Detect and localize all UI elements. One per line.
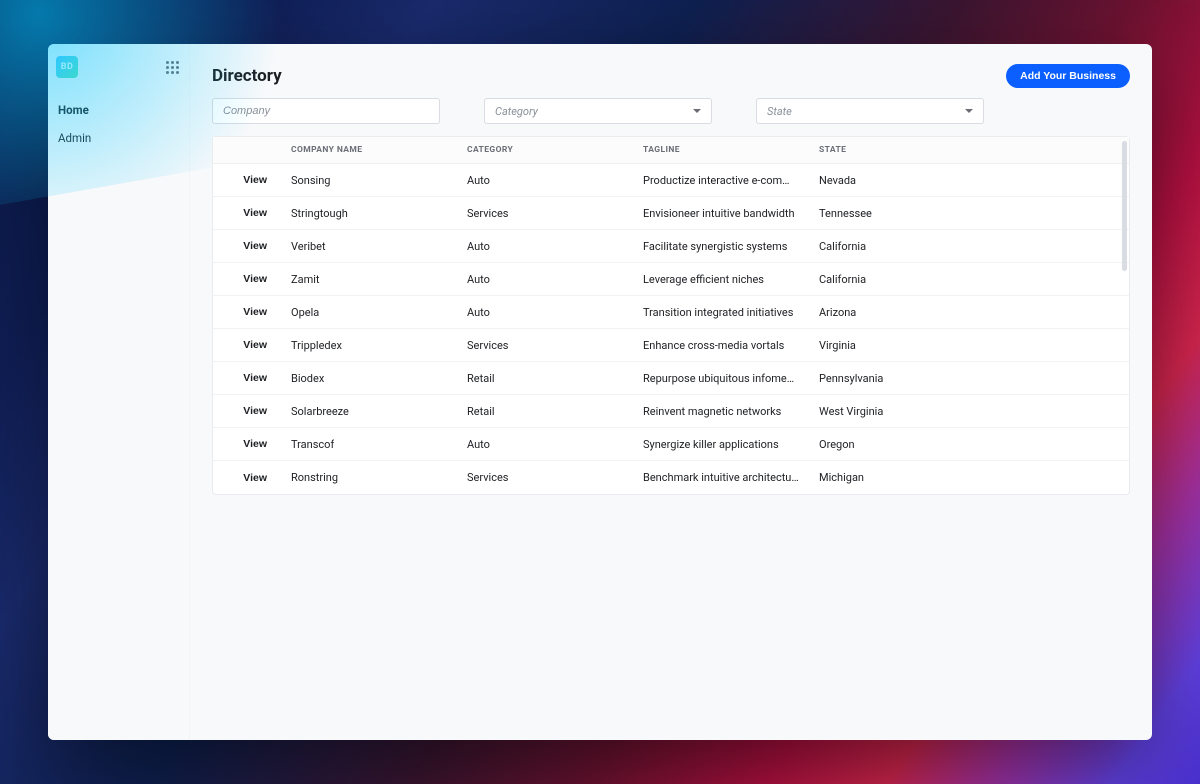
app-logo[interactable]: BD <box>56 56 78 78</box>
table-header-row: COMPANY NAME CATEGORY TAGLINE STATE <box>213 137 1129 164</box>
cell-company: Veribet <box>281 230 457 262</box>
view-button[interactable]: View <box>239 240 271 252</box>
cell-company: Zamit <box>281 263 457 295</box>
company-filter-input[interactable] <box>212 98 440 124</box>
cell-tagline: Repurpose ubiquitous infomedi… <box>633 362 809 394</box>
cell-category: Auto <box>457 263 633 295</box>
page-header: Directory Add Your Business <box>212 64 1130 88</box>
app-logo-text: BD <box>61 62 74 72</box>
cell-tagline: Enhance cross-media vortals <box>633 329 809 361</box>
sidebar-item-admin[interactable]: Admin <box>48 124 189 152</box>
cell-state: Virginia <box>809 329 1129 361</box>
cell-tagline: Leverage efficient niches <box>633 263 809 295</box>
cell-tagline: Facilitate synergistic systems <box>633 230 809 262</box>
view-button[interactable]: View <box>239 207 271 219</box>
table-row: View VeribetAutoFacilitate synergistic sy… <box>213 230 1129 263</box>
cell-category: Auto <box>457 230 633 262</box>
view-button[interactable]: View <box>239 339 271 351</box>
apps-grid-icon[interactable] <box>166 61 179 74</box>
cell-category: Retail <box>457 395 633 427</box>
cell-tagline: Transition integrated initiatives <box>633 296 809 328</box>
col-header-category: CATEGORY <box>457 137 633 163</box>
cell-category: Services <box>457 461 633 494</box>
category-filter-select[interactable]: Category <box>484 98 712 124</box>
cell-category: Retail <box>457 362 633 394</box>
cell-state: Arizona <box>809 296 1129 328</box>
view-button[interactable]: View <box>239 438 271 450</box>
main-content: Directory Add Your Business Category Sta… <box>190 44 1152 740</box>
cell-company: Trippledex <box>281 329 457 361</box>
table-row: View BiodexRetailRepurpose ubiquitous inf… <box>213 362 1129 395</box>
table-row: View StringtoughServicesEnvisioneer intui… <box>213 197 1129 230</box>
cell-company: Stringtough <box>281 197 457 229</box>
filter-bar: Category State <box>212 98 1130 124</box>
table-row: View RonstringServicesBenchmark intuitive… <box>213 461 1129 494</box>
cell-tagline: Benchmark intuitive architectures <box>633 461 809 494</box>
cell-category: Services <box>457 329 633 361</box>
cell-state: California <box>809 263 1129 295</box>
view-button[interactable]: View <box>239 174 271 186</box>
cell-company: Biodex <box>281 362 457 394</box>
sidebar-header: BD <box>48 44 189 90</box>
chevron-down-icon <box>965 109 973 113</box>
add-business-button[interactable]: Add Your Business <box>1006 64 1130 88</box>
cell-state: Tennessee <box>809 197 1129 229</box>
scrollbar-thumb[interactable] <box>1122 141 1127 271</box>
category-filter-placeholder: Category <box>495 105 538 118</box>
state-filter-select[interactable]: State <box>756 98 984 124</box>
cell-tagline: Productize interactive e-comme… <box>633 164 809 196</box>
cell-tagline: Reinvent magnetic networks <box>633 395 809 427</box>
view-button[interactable]: View <box>239 372 271 384</box>
chevron-down-icon <box>693 109 701 113</box>
col-header-state: STATE <box>809 137 1129 163</box>
cell-company: Transcof <box>281 428 457 460</box>
state-filter-placeholder: State <box>767 105 792 118</box>
cell-category: Auto <box>457 428 633 460</box>
table-row: View ZamitAutoLeverage efficient nichesCa… <box>213 263 1129 296</box>
cell-state: Oregon <box>809 428 1129 460</box>
app-window: BD HomeAdmin Directory Add Your Business… <box>48 44 1152 740</box>
cell-state: West Virginia <box>809 395 1129 427</box>
cell-tagline: Envisioneer intuitive bandwidth <box>633 197 809 229</box>
cell-category: Services <box>457 197 633 229</box>
cell-state: Michigan <box>809 461 1129 494</box>
table-row: View TrippledexServicesEnhance cross-medi… <box>213 329 1129 362</box>
cell-state: Pennsylvania <box>809 362 1129 394</box>
col-header-company: COMPANY NAME <box>281 137 457 163</box>
sidebar: BD HomeAdmin <box>48 44 190 740</box>
page-title: Directory <box>212 66 282 86</box>
view-button[interactable]: View <box>239 472 271 484</box>
directory-table: COMPANY NAME CATEGORY TAGLINE STATE View… <box>212 136 1130 495</box>
cell-state: Nevada <box>809 164 1129 196</box>
table-row: View TranscofAutoSynergize killer applica… <box>213 428 1129 461</box>
col-header-tagline: TAGLINE <box>633 137 809 163</box>
view-button[interactable]: View <box>239 405 271 417</box>
cell-company: Sonsing <box>281 164 457 196</box>
table-row: View OpelaAutoTransition integrated initi… <box>213 296 1129 329</box>
cell-company: Ronstring <box>281 461 457 494</box>
view-button[interactable]: View <box>239 273 271 285</box>
view-button[interactable]: View <box>239 306 271 318</box>
cell-state: California <box>809 230 1129 262</box>
table-body: ViewSonsingAutoProductize interactive e-… <box>213 164 1129 494</box>
cell-category: Auto <box>457 296 633 328</box>
cell-tagline: Synergize killer applications <box>633 428 809 460</box>
cell-company: Solarbreeze <box>281 395 457 427</box>
sidebar-item-home[interactable]: Home <box>48 96 189 124</box>
cell-company: Opela <box>281 296 457 328</box>
cell-category: Auto <box>457 164 633 196</box>
table-row: View SolarbreezeRetailReinvent magnetic n… <box>213 395 1129 428</box>
sidebar-nav: HomeAdmin <box>48 90 189 152</box>
table-row: View SonsingAutoProductize interactive e-… <box>213 164 1129 197</box>
